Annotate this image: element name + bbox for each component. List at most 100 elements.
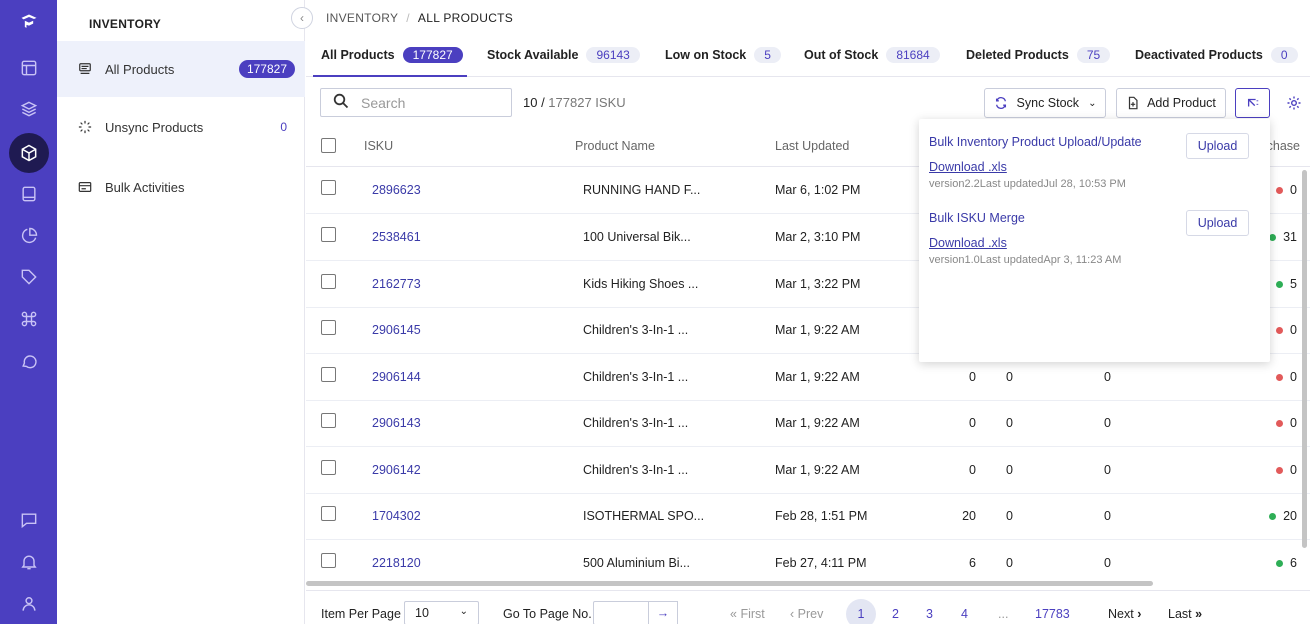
select-all-checkbox[interactable] (321, 138, 336, 153)
row-checkbox[interactable] (321, 553, 336, 568)
vertical-scrollbar[interactable] (1302, 170, 1307, 548)
isku-merge-upload-button[interactable]: Upload (1186, 210, 1249, 236)
table-row[interactable]: 2218120 500 Aluminium Bi... Feb 27, 4:11… (306, 540, 1310, 587)
chat-bubble-icon[interactable] (0, 341, 57, 381)
row-checkbox[interactable] (321, 460, 336, 475)
table-row[interactable]: 1704302 ISOTHERMAL SPO... Feb 28, 1:51 P… (306, 493, 1310, 540)
command-icon[interactable] (0, 299, 57, 339)
isku-link[interactable]: 2896623 (372, 183, 421, 197)
product-name: Children's 3-In-1 ... (583, 323, 689, 337)
page-1-button[interactable]: 1 (846, 599, 876, 624)
goto-page-button[interactable]: → (649, 601, 678, 624)
next-page-button[interactable]: Next › (1108, 607, 1141, 621)
column-header-last-updated[interactable]: Last Updated (775, 139, 849, 153)
active-tab-indicator (313, 75, 467, 77)
status-dot (1276, 280, 1284, 288)
message-icon[interactable] (0, 500, 57, 540)
sidebar-item-unsync-products[interactable]: Unsync Products 0 (57, 99, 305, 155)
bulk-upload-version: version2.2Last updatedJul 28, 10:53 PM (929, 178, 1126, 190)
stock-value: 0 (1290, 416, 1297, 430)
search-box[interactable] (320, 88, 512, 117)
sidebar-item-all-products[interactable]: All Products 177827 (57, 41, 305, 97)
breadcrumb-root[interactable]: INVENTORY (326, 11, 398, 25)
isku-link[interactable]: 2906142 (372, 463, 421, 477)
sidebar-item-count: 0 (280, 120, 287, 134)
isku-link[interactable]: 2906143 (372, 416, 421, 430)
bulk-upload-download-link[interactable]: Download .xls (929, 160, 1007, 174)
sidebar-title: INVENTORY (89, 17, 162, 31)
bulk-upload-title: Bulk Inventory Product Upload/Update (929, 135, 1142, 149)
tab-out-of-stock[interactable]: Out of Stock 81684 (804, 47, 940, 63)
status-dot (1276, 373, 1284, 381)
isku-link[interactable]: 2538461 (372, 230, 421, 244)
dashboard-icon[interactable] (0, 48, 57, 88)
settings-gear-icon[interactable] (1284, 93, 1304, 113)
first-page-button[interactable]: « First (730, 607, 765, 621)
result-count: 10 / 177827 ISKU (523, 95, 626, 110)
page-3-button[interactable]: 3 (926, 607, 933, 621)
row-checkbox[interactable] (321, 413, 336, 428)
isku-link[interactable]: 2218120 (372, 556, 421, 570)
prev-page-button[interactable]: ‹ Prev (790, 607, 823, 621)
bell-icon[interactable] (0, 542, 57, 582)
row-checkbox[interactable] (321, 506, 336, 521)
isku-link[interactable]: 2162773 (372, 277, 421, 291)
per-page-select[interactable]: 10 ⌄ (404, 601, 479, 624)
breadcrumb: INVENTORY / ALL PRODUCTS (326, 11, 513, 25)
isku-link[interactable]: 2906144 (372, 370, 421, 384)
stock-status: 0 (1276, 183, 1297, 197)
table-row[interactable]: 2906143 Children's 3-In-1 ... Mar 1, 9:2… (306, 400, 1310, 447)
breadcrumb-separator: / (406, 11, 410, 25)
sync-stock-button[interactable]: Sync Stock ⌄ (984, 88, 1106, 118)
column-header-isku[interactable]: ISKU (364, 139, 393, 153)
logo-icon[interactable] (0, 2, 57, 42)
last-page-button[interactable]: Last » (1168, 607, 1202, 621)
column-header-product-name[interactable]: Product Name (575, 139, 655, 153)
qty-value: 0 (1104, 509, 1111, 523)
goto-page-input[interactable] (593, 601, 649, 624)
pie-chart-icon[interactable] (0, 216, 57, 256)
add-product-label: Add Product (1147, 96, 1216, 110)
last-updated: Mar 1, 9:22 AM (775, 370, 860, 384)
page-4-button[interactable]: 4 (961, 607, 968, 621)
book-icon[interactable] (0, 174, 57, 214)
layers-icon[interactable] (0, 89, 57, 129)
row-checkbox[interactable] (321, 320, 336, 335)
user-icon[interactable] (0, 584, 57, 624)
qty-value: 6 (969, 556, 976, 570)
tab-deactivated-products[interactable]: Deactivated Products 0 (1135, 47, 1298, 63)
table-row[interactable]: 2906142 Children's 3-In-1 ... Mar 1, 9:2… (306, 447, 1310, 494)
product-name: Children's 3-In-1 ... (583, 370, 689, 384)
last-page-number[interactable]: 17783 (1035, 607, 1070, 621)
sidebar-item-bulk-activities[interactable]: Bulk Activities (57, 159, 305, 215)
isku-link[interactable]: 2906145 (372, 323, 421, 337)
horizontal-scrollbar[interactable] (306, 581, 1153, 586)
prev-label: Prev (797, 607, 824, 621)
collapse-sidebar-button[interactable]: ‹ (291, 7, 313, 29)
row-checkbox[interactable] (321, 180, 336, 195)
chevron-down-icon: ⌄ (1088, 97, 1097, 109)
tab-deleted-products[interactable]: Deleted Products 75 (966, 47, 1111, 63)
search-input[interactable] (361, 94, 501, 111)
inventory-icon[interactable] (0, 133, 57, 173)
stock-value: 0 (1290, 370, 1297, 384)
bulk-upload-button[interactable]: Upload (1186, 133, 1249, 159)
tab-label: Deleted Products (966, 48, 1069, 62)
tag-icon[interactable] (0, 257, 57, 297)
add-product-button[interactable]: Add Product (1116, 88, 1226, 118)
tab-low-on-stock[interactable]: Low on Stock 5 (665, 47, 781, 63)
page-ellipsis: ... (998, 607, 1009, 621)
isku-merge-download-link[interactable]: Download .xls (929, 236, 1007, 250)
row-checkbox[interactable] (321, 274, 336, 289)
page-2-button[interactable]: 2 (892, 607, 899, 621)
tab-all-products[interactable]: All Products 177827 (321, 47, 463, 63)
row-checkbox[interactable] (321, 227, 336, 242)
spinner-icon (77, 119, 93, 135)
stock-status: 0 (1276, 370, 1297, 384)
column-header-purchase[interactable]: chase (1267, 139, 1300, 153)
tab-stock-available[interactable]: Stock Available 96143 (487, 47, 640, 63)
product-name: Kids Hiking Shoes ... (583, 277, 699, 291)
isku-link[interactable]: 1704302 (372, 509, 421, 523)
bulk-actions-button[interactable] (1235, 88, 1270, 118)
row-checkbox[interactable] (321, 367, 336, 382)
